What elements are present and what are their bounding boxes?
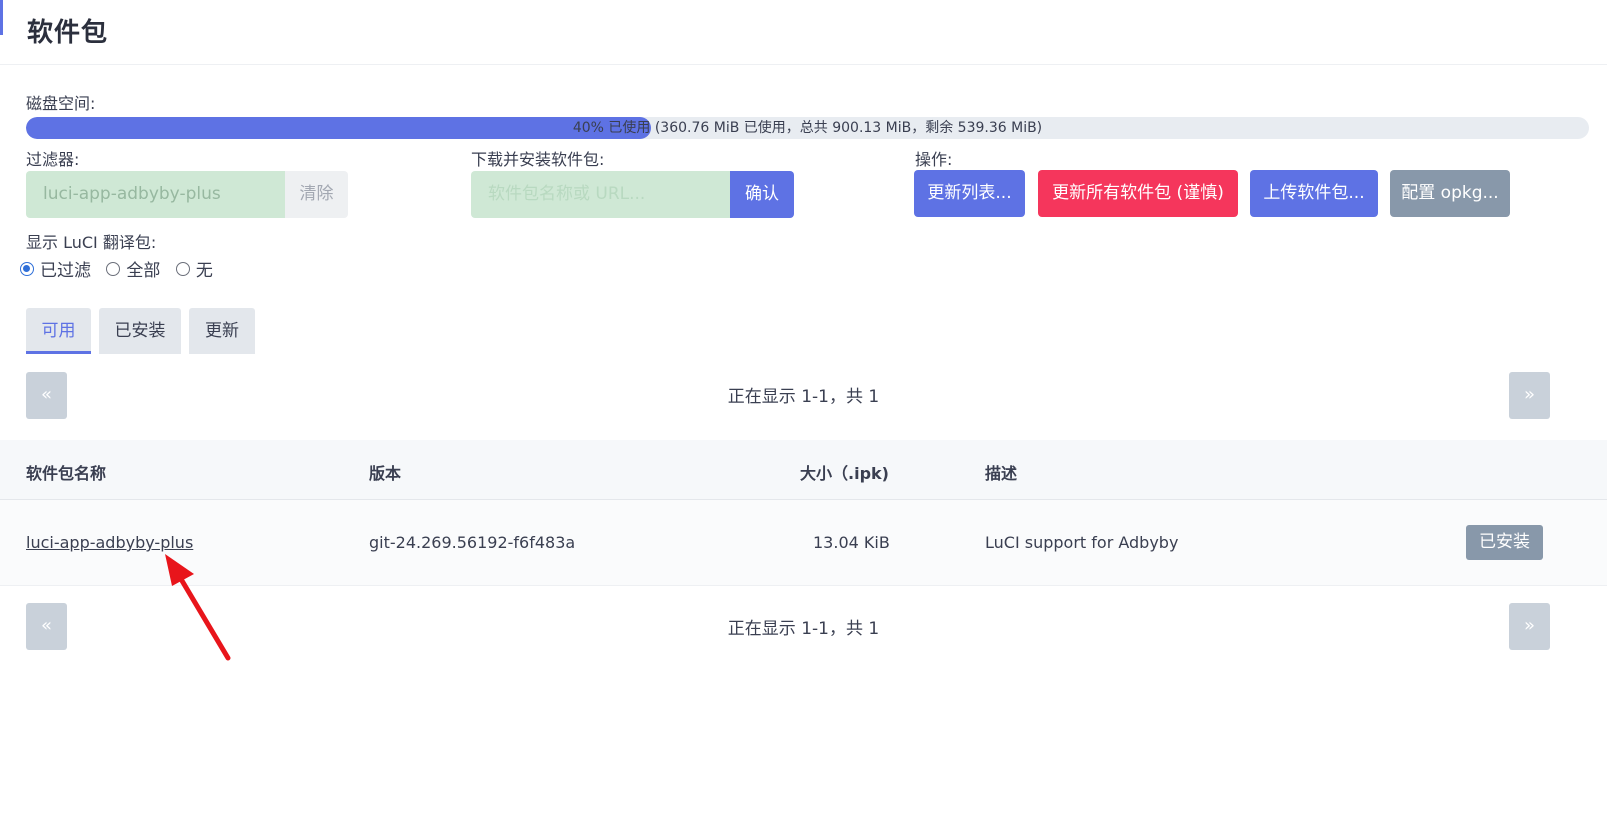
tab-available[interactable]: 可用 xyxy=(26,308,91,354)
pager-status-bottom: 正在显示 1-1，共 1 xyxy=(727,619,880,639)
update-lists-button[interactable]: 更新列表... xyxy=(914,170,1025,217)
actions-label: 操作: xyxy=(915,150,953,169)
col-version: 版本 xyxy=(369,464,402,483)
upload-package-button[interactable]: 上传软件包... xyxy=(1250,170,1378,217)
tab-updates[interactable]: 更新 xyxy=(189,308,255,354)
clear-filter-button[interactable]: 清除 xyxy=(285,171,348,218)
next-page-button-bottom[interactable]: » xyxy=(1509,603,1550,650)
filter-input[interactable]: luci-app-adbyby-plus xyxy=(26,171,285,218)
disk-space-label: 磁盘空间: xyxy=(26,94,96,113)
page-title: 软件包 xyxy=(27,18,109,48)
radio-filtered[interactable] xyxy=(20,261,34,276)
pager-status: 正在显示 1-1，共 1 xyxy=(727,387,880,407)
radio-none-label: 无 xyxy=(195,261,213,281)
configure-opkg-button[interactable]: 配置 opkg... xyxy=(1390,170,1510,217)
upgrade-all-button[interactable]: 更新所有软件包 (谨慎) xyxy=(1038,170,1238,217)
installed-status-button[interactable]: 已安装 xyxy=(1466,525,1543,560)
table-row: luci-app-adbyby-plus git-24.269.56192-f6… xyxy=(0,500,1607,586)
confirm-install-button[interactable]: 确认 xyxy=(730,171,794,218)
package-version: git-24.269.56192-f6f483a xyxy=(369,533,576,552)
col-name: 软件包名称 xyxy=(26,464,107,483)
package-url-input[interactable] xyxy=(471,171,730,218)
disk-usage-progress: 40% 已使用 (360.76 MiB 已使用，总共 900.13 MiB，剩余… xyxy=(26,117,1589,139)
package-size: 13.04 KiB xyxy=(813,533,890,552)
col-size: 大小（.ipk) xyxy=(800,464,889,483)
translation-radio-group: 已过滤 全部 无 xyxy=(20,256,223,281)
disk-usage-text: 40% 已使用 (360.76 MiB 已使用，总共 900.13 MiB，剩余… xyxy=(572,120,1043,136)
col-description: 描述 xyxy=(985,464,1018,483)
next-page-button[interactable]: » xyxy=(1509,372,1550,419)
install-label: 下载并安装软件包: xyxy=(471,150,605,169)
package-description: LuCI support for Adbyby xyxy=(985,533,1179,552)
tab-installed[interactable]: 已安装 xyxy=(99,308,181,354)
translation-label: 显示 LuCI 翻译包: xyxy=(26,233,157,252)
radio-filtered-label: 已过滤 xyxy=(40,261,91,281)
table-header: 软件包名称 版本 大小（.ipk) 描述 xyxy=(0,440,1607,500)
page-header: 软件包 xyxy=(0,0,1607,65)
annotation-arrow-icon xyxy=(165,554,231,661)
filter-label: 过滤器: xyxy=(26,150,80,169)
radio-all[interactable] xyxy=(106,261,121,276)
radio-none[interactable] xyxy=(175,261,190,276)
radio-all-label: 全部 xyxy=(126,261,161,281)
package-name-link[interactable]: luci-app-adbyby-plus xyxy=(26,533,193,552)
